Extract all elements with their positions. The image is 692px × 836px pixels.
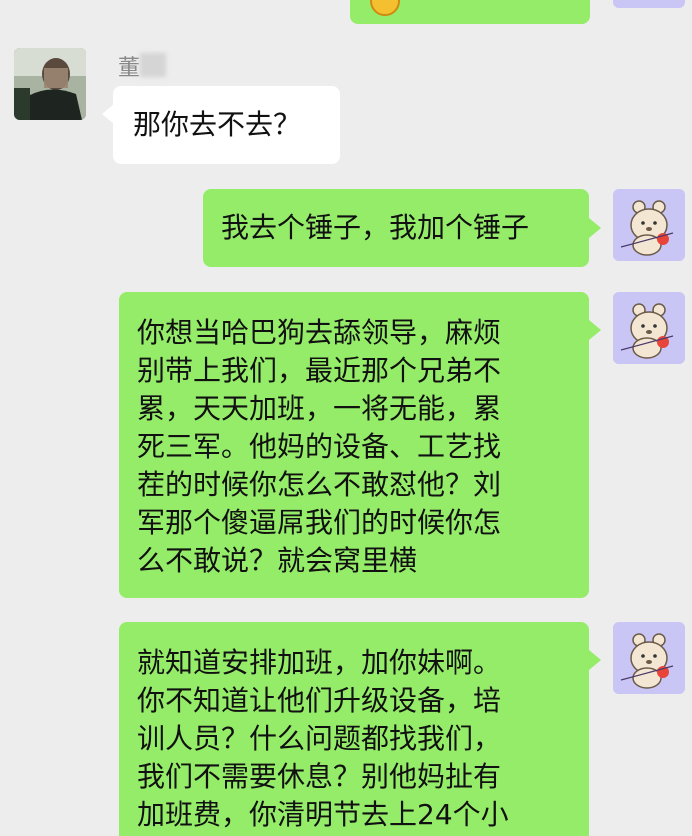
bear-avatar-icon xyxy=(613,622,685,694)
bubble-tail xyxy=(589,320,601,340)
name-blur xyxy=(140,53,166,77)
self-avatar[interactable] xyxy=(613,189,685,261)
other-avatar[interactable] xyxy=(14,48,86,120)
bear-avatar-icon xyxy=(613,292,685,364)
sender-name: 董 xyxy=(118,56,141,81)
message-bubble-self[interactable]: 你想当哈巴狗去舔领导，麻烦 别带上我们，最近那个兄弟不 累，天天加班，一将无能，… xyxy=(119,292,589,598)
message-bubble-other[interactable]: 那你去不去？ xyxy=(113,86,340,164)
self-avatar[interactable] xyxy=(613,292,685,364)
chat-window: 董 那你去不去？ 我去个锤子，我加个锤子 你想当哈巴狗去舔领导，麻烦 别带上我们… xyxy=(0,0,692,836)
bubble-tail xyxy=(589,650,601,670)
self-avatar[interactable] xyxy=(613,0,685,8)
self-avatar[interactable] xyxy=(613,622,685,694)
bear-avatar-icon xyxy=(613,189,685,261)
bubble-tail xyxy=(589,218,601,238)
message-bubble-self[interactable]: 就知道安排加班，加你妹啊。 你不知道让他们升级设备，培 训人员？什么问题都找我们… xyxy=(119,622,589,836)
message-bubble-self[interactable]: 我去个锤子，我加个锤子 xyxy=(203,189,589,267)
person-photo-avatar-icon xyxy=(14,48,86,120)
